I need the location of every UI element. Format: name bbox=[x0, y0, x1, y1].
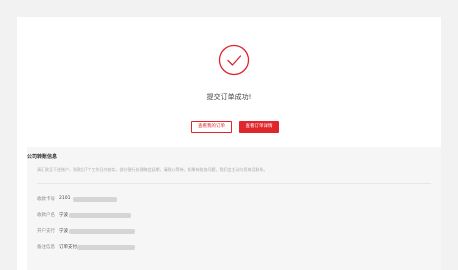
transfer-info-note: 请汇款至下述账户，到款后7个工作日内核实，部分银行处理略会延期，请耐心等待。如果… bbox=[37, 167, 268, 172]
transfer-info-title: 公司转账信息 bbox=[27, 154, 58, 160]
account-name-value: 宁波 bbox=[59, 213, 68, 218]
remark-value: 订单支付 bbox=[59, 245, 77, 250]
account-number-value: 2101 bbox=[59, 196, 71, 201]
check-circle-icon bbox=[218, 44, 250, 76]
redacted-block bbox=[77, 245, 135, 250]
redacted-block bbox=[73, 197, 117, 202]
account-name-label: 收款户名 bbox=[37, 213, 55, 218]
redacted-block bbox=[69, 213, 131, 218]
view-order-detail-button[interactable]: 查看订单详情 bbox=[239, 121, 279, 133]
bank-branch-label: 开户支行 bbox=[37, 229, 55, 234]
bank-branch-value: 宁波 bbox=[59, 229, 68, 234]
remark-label: 备注信息 bbox=[37, 245, 55, 250]
transfer-info-panel: 公司转账信息 请汇款至下述账户，到款后7个工作日内核实，部分银行处理略会延期，请… bbox=[27, 147, 441, 270]
divider bbox=[37, 183, 431, 184]
account-number-label: 收款卡号 bbox=[37, 197, 55, 202]
redacted-block bbox=[69, 229, 135, 234]
success-title: 提交订单成功! bbox=[206, 93, 252, 101]
view-my-orders-button[interactable]: 查看我的订单 bbox=[191, 121, 232, 133]
